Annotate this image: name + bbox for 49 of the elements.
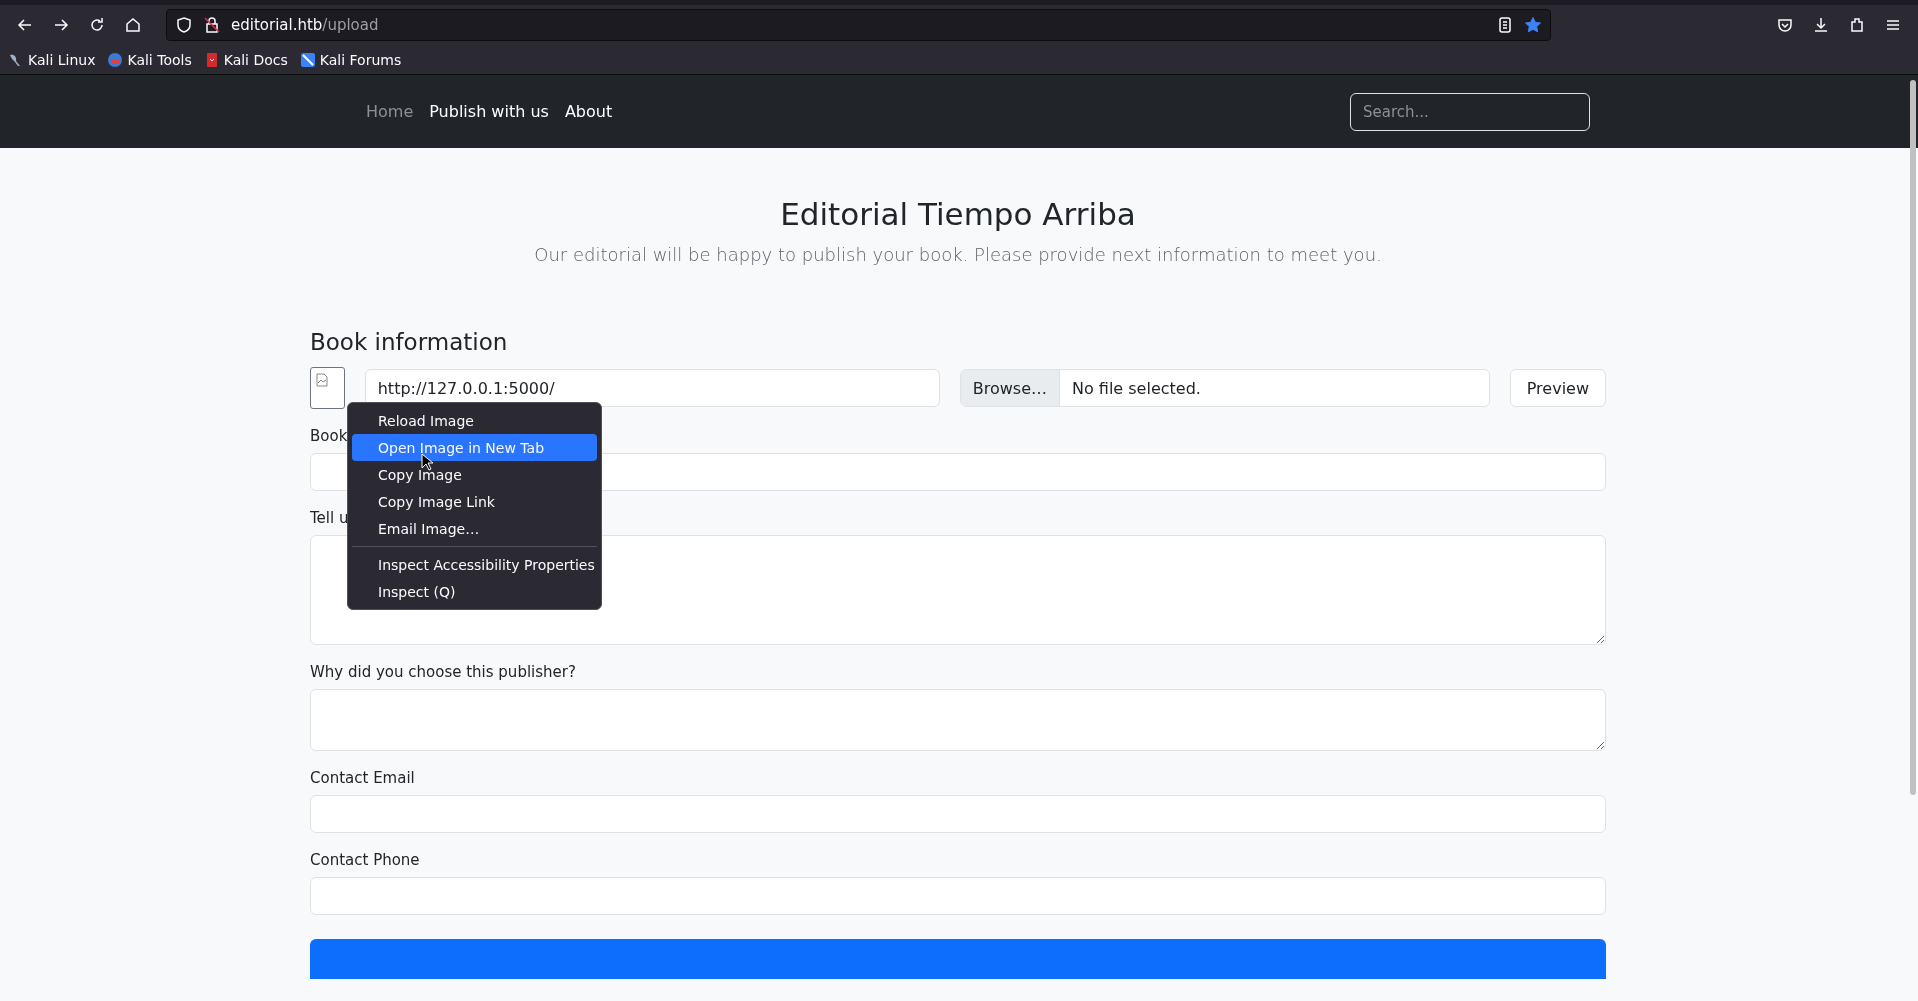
- download-icon: [1812, 16, 1830, 34]
- bookmark-link[interactable]: Kali Linux: [8, 51, 96, 68]
- broken-image-thumbnail[interactable]: [310, 367, 345, 409]
- scrollbar[interactable]: [1910, 80, 1916, 795]
- preview-button[interactable]: Preview: [1509, 369, 1606, 407]
- reader-view-icon: [1496, 16, 1514, 34]
- input-field[interactable]: [310, 877, 1606, 915]
- search-field[interactable]: Search...: [1350, 92, 1590, 131]
- input-field[interactable]: [310, 795, 1606, 833]
- section-title: Book information: [310, 329, 509, 355]
- field-label: Tell u: [310, 509, 350, 527]
- menu-item[interactable]: Reload Image: [352, 407, 597, 434]
- menu-item[interactable]: Copy Image: [352, 461, 597, 488]
- bookmark-label: Kali Linux: [28, 51, 96, 68]
- broken-image-icon: [315, 373, 329, 387]
- menu-item[interactable]: Copy Image Link: [352, 488, 597, 515]
- forums-icon: [299, 51, 316, 68]
- home-icon: [124, 16, 142, 34]
- address-bar[interactable]: editorial.htb/upload: [166, 9, 1551, 41]
- shield-icon: [175, 16, 193, 34]
- field-label: Contact Phone: [310, 851, 421, 869]
- page-subtitle: Our editorial will be happy to publish your book. Please provide next information to meet you.: [533, 244, 1383, 265]
- browse-button[interactable]: Browse…: [960, 370, 1060, 406]
- file-field[interactable]: Browse… No file selected.: [959, 369, 1490, 407]
- bookmark-label: Kali Forums: [319, 51, 402, 68]
- bookmark-link[interactable]: Kali Docs: [203, 51, 288, 68]
- nav-link[interactable]: About: [564, 102, 613, 121]
- menu-item[interactable]: Inspect Accessibility Properties: [352, 551, 597, 578]
- nav-link[interactable]: Publish with us: [429, 102, 549, 121]
- bookmark-label: Kali Docs: [223, 51, 288, 68]
- file-status: No file selected.: [1071, 378, 1202, 398]
- tools-icon: [107, 51, 124, 68]
- nav-link[interactable]: Home: [366, 102, 414, 121]
- star-icon[interactable]: [1524, 16, 1542, 34]
- field-label: Contact Email: [310, 769, 416, 787]
- field-label: Why did you choose this publisher?: [310, 663, 577, 681]
- menu-item[interactable]: Inspect (Q): [352, 578, 597, 605]
- bookmark-link[interactable]: Kali Forums: [299, 51, 402, 68]
- bookmark-link[interactable]: Kali Tools: [107, 51, 192, 68]
- menu-item[interactable]: Email Image…: [352, 515, 597, 542]
- bookmark-label: Kali Tools: [127, 51, 192, 68]
- cover-url-field[interactable]: http://127.0.0.1:5000/: [364, 369, 940, 407]
- insecure-lock-icon: [203, 16, 221, 34]
- url-text: editorial.htb/upload: [231, 16, 380, 34]
- page-title: Editorial Tiempo Arriba: [779, 196, 1137, 232]
- pocket-icon: [1776, 16, 1794, 34]
- reload-icon: [88, 16, 106, 34]
- field-label: Book: [310, 427, 349, 445]
- menu-item[interactable]: Open Image in New Tab: [352, 434, 597, 461]
